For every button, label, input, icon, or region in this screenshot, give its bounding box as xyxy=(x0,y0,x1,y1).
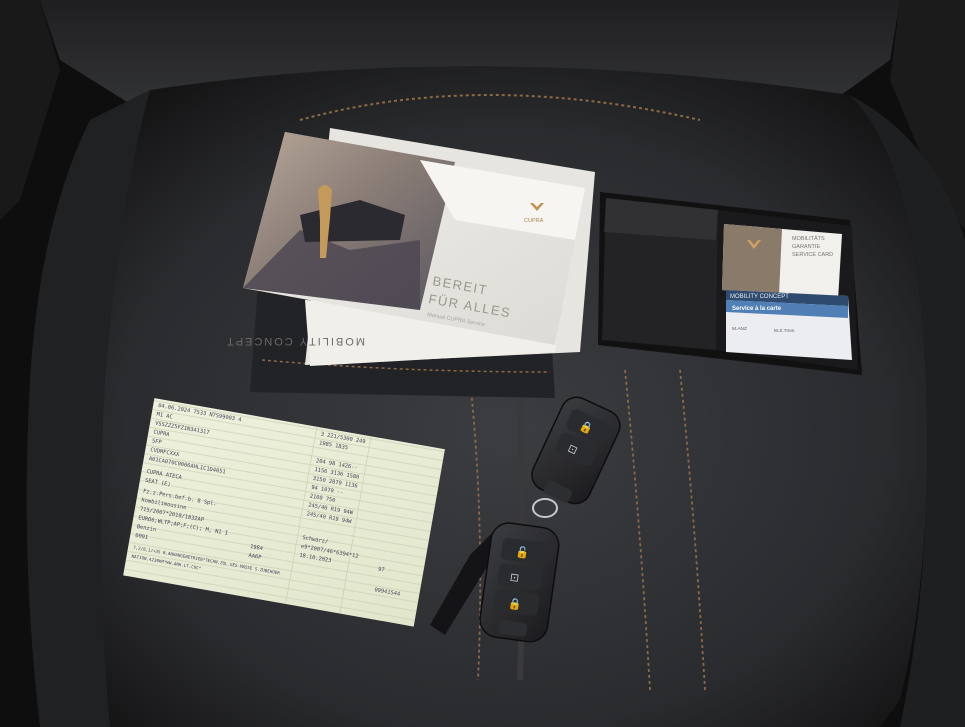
garantie-line-2: GARANTIE xyxy=(792,244,820,250)
mobility-card-title: MOBILITY CONCEPT xyxy=(730,294,789,300)
booklet-label: MOBILITY CONCEPT xyxy=(225,335,365,347)
document-wallet: MOBILITÄTS GARANTIE SERVICE CARD MOBILIT… xyxy=(598,192,862,375)
photo-scene: MOBILITY CONCEPT CUPRA BEREIT FÜR ALLES … xyxy=(0,0,965,727)
lock-icon-2: 🔒 xyxy=(507,597,522,612)
mobility-card-field-1: M.ANZ xyxy=(732,326,747,332)
reg-right-13: 97 xyxy=(378,567,385,574)
mobility-card-subtitle: Service à la carte xyxy=(732,306,782,312)
garantie-line-1: MOBILITÄTS xyxy=(792,235,825,242)
trunk-open-icon: ⊡ xyxy=(509,572,520,585)
brochure-brand: CUPRA xyxy=(524,218,544,224)
mobility-card-field-2: M.Z.Tmm xyxy=(774,328,795,334)
unlock-icon: 🔓 xyxy=(515,545,530,560)
garantie-line-3: SERVICE CARD xyxy=(792,252,833,258)
